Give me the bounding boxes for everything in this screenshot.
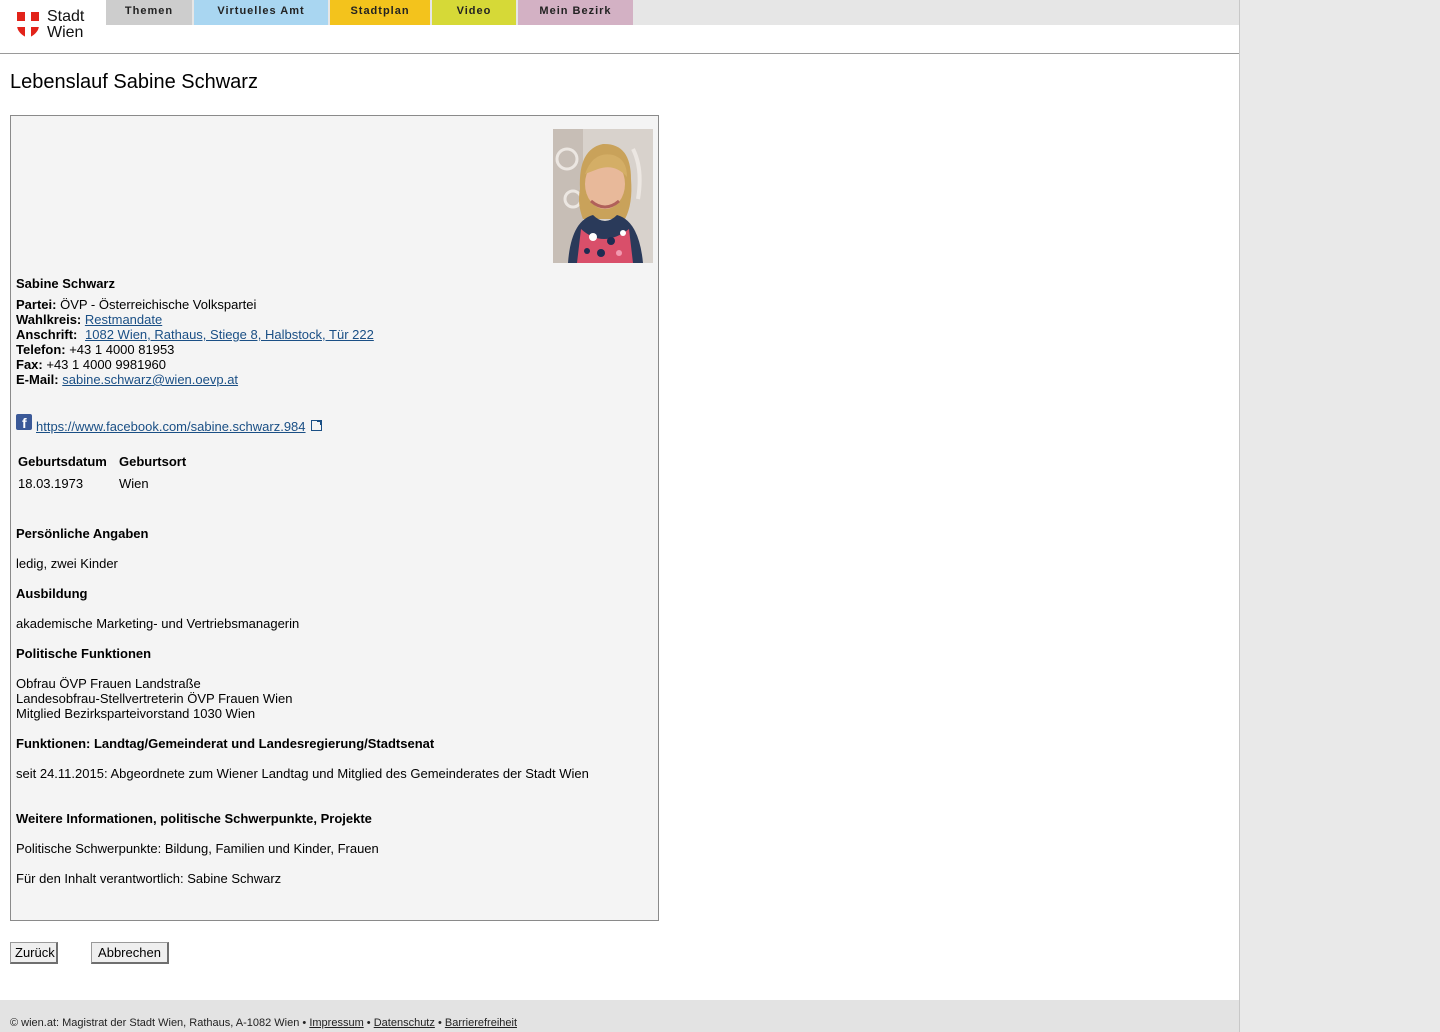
logo-line1: Stadt (47, 8, 85, 25)
political-line: Obfrau ÖVP Frauen Landstraße (16, 676, 201, 691)
external-link-icon (310, 420, 322, 431)
footer-copyright: © wien.at: Magistrat der Stadt Wien, Rat… (10, 1017, 307, 1029)
facebook-icon[interactable]: f (16, 414, 32, 431)
tab-themen[interactable]: Themen (106, 0, 192, 25)
logo-line2: Wien (47, 24, 84, 41)
personal-heading: Persönliche Angaben (16, 526, 149, 541)
phone-value: +43 1 4000 81953 (69, 342, 175, 357)
profile-name: Sabine Schwarz (16, 276, 115, 291)
privacy-link[interactable]: Datenschutz (374, 1017, 435, 1029)
facebook-row: https://www.facebook.com/sabine.schwarz.… (36, 419, 322, 434)
responsible-text: Für den Inhalt verantwortlich: Sabine Sc… (16, 871, 282, 886)
more-info-text: Politische Schwerpunkte: Bildung, Famili… (16, 841, 379, 856)
political-line: Mitglied Bezirksparteivorstand 1030 Wien (16, 706, 256, 721)
functions-heading: Funktionen: Landtag/Gemeinderat und Land… (16, 736, 435, 751)
portrait-image (553, 129, 653, 263)
party-row: Partei: ÖVP - Österreichische Volksparte… (16, 297, 256, 312)
district-row: Wahlkreis: Restmandate (16, 312, 162, 327)
political-heading: Politische Funktionen (16, 646, 152, 661)
site-header: Stadt Wien Themen Virtuelles Amt Stadtpl… (0, 0, 1239, 54)
phone-label: Telefon: (16, 342, 66, 357)
fax-label: Fax: (16, 357, 43, 372)
footer-separator: • (437, 1017, 442, 1029)
education-heading: Ausbildung (16, 586, 88, 601)
email-label: E-Mail: (16, 372, 59, 387)
district-label: Wahlkreis: (16, 312, 82, 327)
fax-row: Fax: +43 1 4000 9981960 (16, 357, 166, 372)
address-link[interactable]: 1082 Wien, Rathaus, Stiege 8, Halbstock,… (85, 327, 374, 342)
birth-date-header: Geburtsdatum (18, 454, 107, 469)
site-footer: © wien.at: Magistrat der Stadt Wien, Rat… (0, 1000, 1239, 1032)
profile-card: Sabine Schwarz Partei: ÖVP - Österreichi… (10, 115, 659, 921)
party-value: ÖVP - Österreichische Volkspartei (60, 297, 257, 312)
fax-value: +43 1 4000 9981960 (46, 357, 167, 372)
functions-text: seit 24.11.2015: Abgeordnete zum Wiener … (16, 766, 589, 781)
address-label: Anschrift: (16, 327, 78, 342)
logo-text: Stadt Wien (47, 9, 84, 41)
accessibility-link[interactable]: Barrierefreiheit (445, 1017, 517, 1029)
impressum-link[interactable]: Impressum (309, 1017, 363, 1029)
tab-virtuelles-amt[interactable]: Virtuelles Amt (194, 0, 328, 25)
personal-text: ledig, zwei Kinder (16, 556, 118, 571)
address-row: Anschrift: 1082 Wien, Rathaus, Stiege 8,… (16, 327, 374, 342)
political-line: Landesobfrau-Stellvertreterin ÖVP Frauen… (16, 691, 293, 706)
party-label: Partei: (16, 297, 57, 312)
stadt-wien-logo[interactable]: Stadt Wien (17, 9, 92, 43)
page-title: Lebenslauf Sabine Schwarz (10, 71, 258, 93)
profile-photo (553, 129, 653, 263)
phone-row: Telefon: +43 1 4000 81953 (16, 342, 174, 357)
birth-place-value: Wien (119, 476, 149, 491)
back-button[interactable]: Zurück (10, 942, 58, 964)
vienna-shield-icon (17, 12, 39, 38)
tab-mein-bezirk[interactable]: Mein Bezirk (518, 0, 633, 25)
page: Stadt Wien Themen Virtuelles Amt Stadtpl… (0, 0, 1240, 1032)
tab-video[interactable]: Video (432, 0, 516, 25)
cancel-button[interactable]: Abbrechen (91, 942, 169, 964)
tab-stadtplan[interactable]: Stadtplan (330, 0, 430, 25)
more-info-heading: Weitere Informationen, politische Schwer… (16, 811, 372, 826)
birth-place-header: Geburtsort (119, 454, 187, 469)
birth-date-value: 18.03.1973 (18, 476, 84, 491)
main-nav: Themen Virtuelles Amt Stadtplan Video Me… (106, 0, 1239, 25)
email-link[interactable]: sabine.schwarz@wien.oevp.at (62, 372, 238, 387)
footer-separator: • (366, 1017, 371, 1029)
email-row: E-Mail: sabine.schwarz@wien.oevp.at (16, 372, 238, 387)
district-link[interactable]: Restmandate (85, 312, 162, 327)
facebook-link[interactable]: https://www.facebook.com/sabine.schwarz.… (36, 419, 306, 434)
education-text: akademische Marketing- und Vertriebsmana… (16, 616, 300, 631)
